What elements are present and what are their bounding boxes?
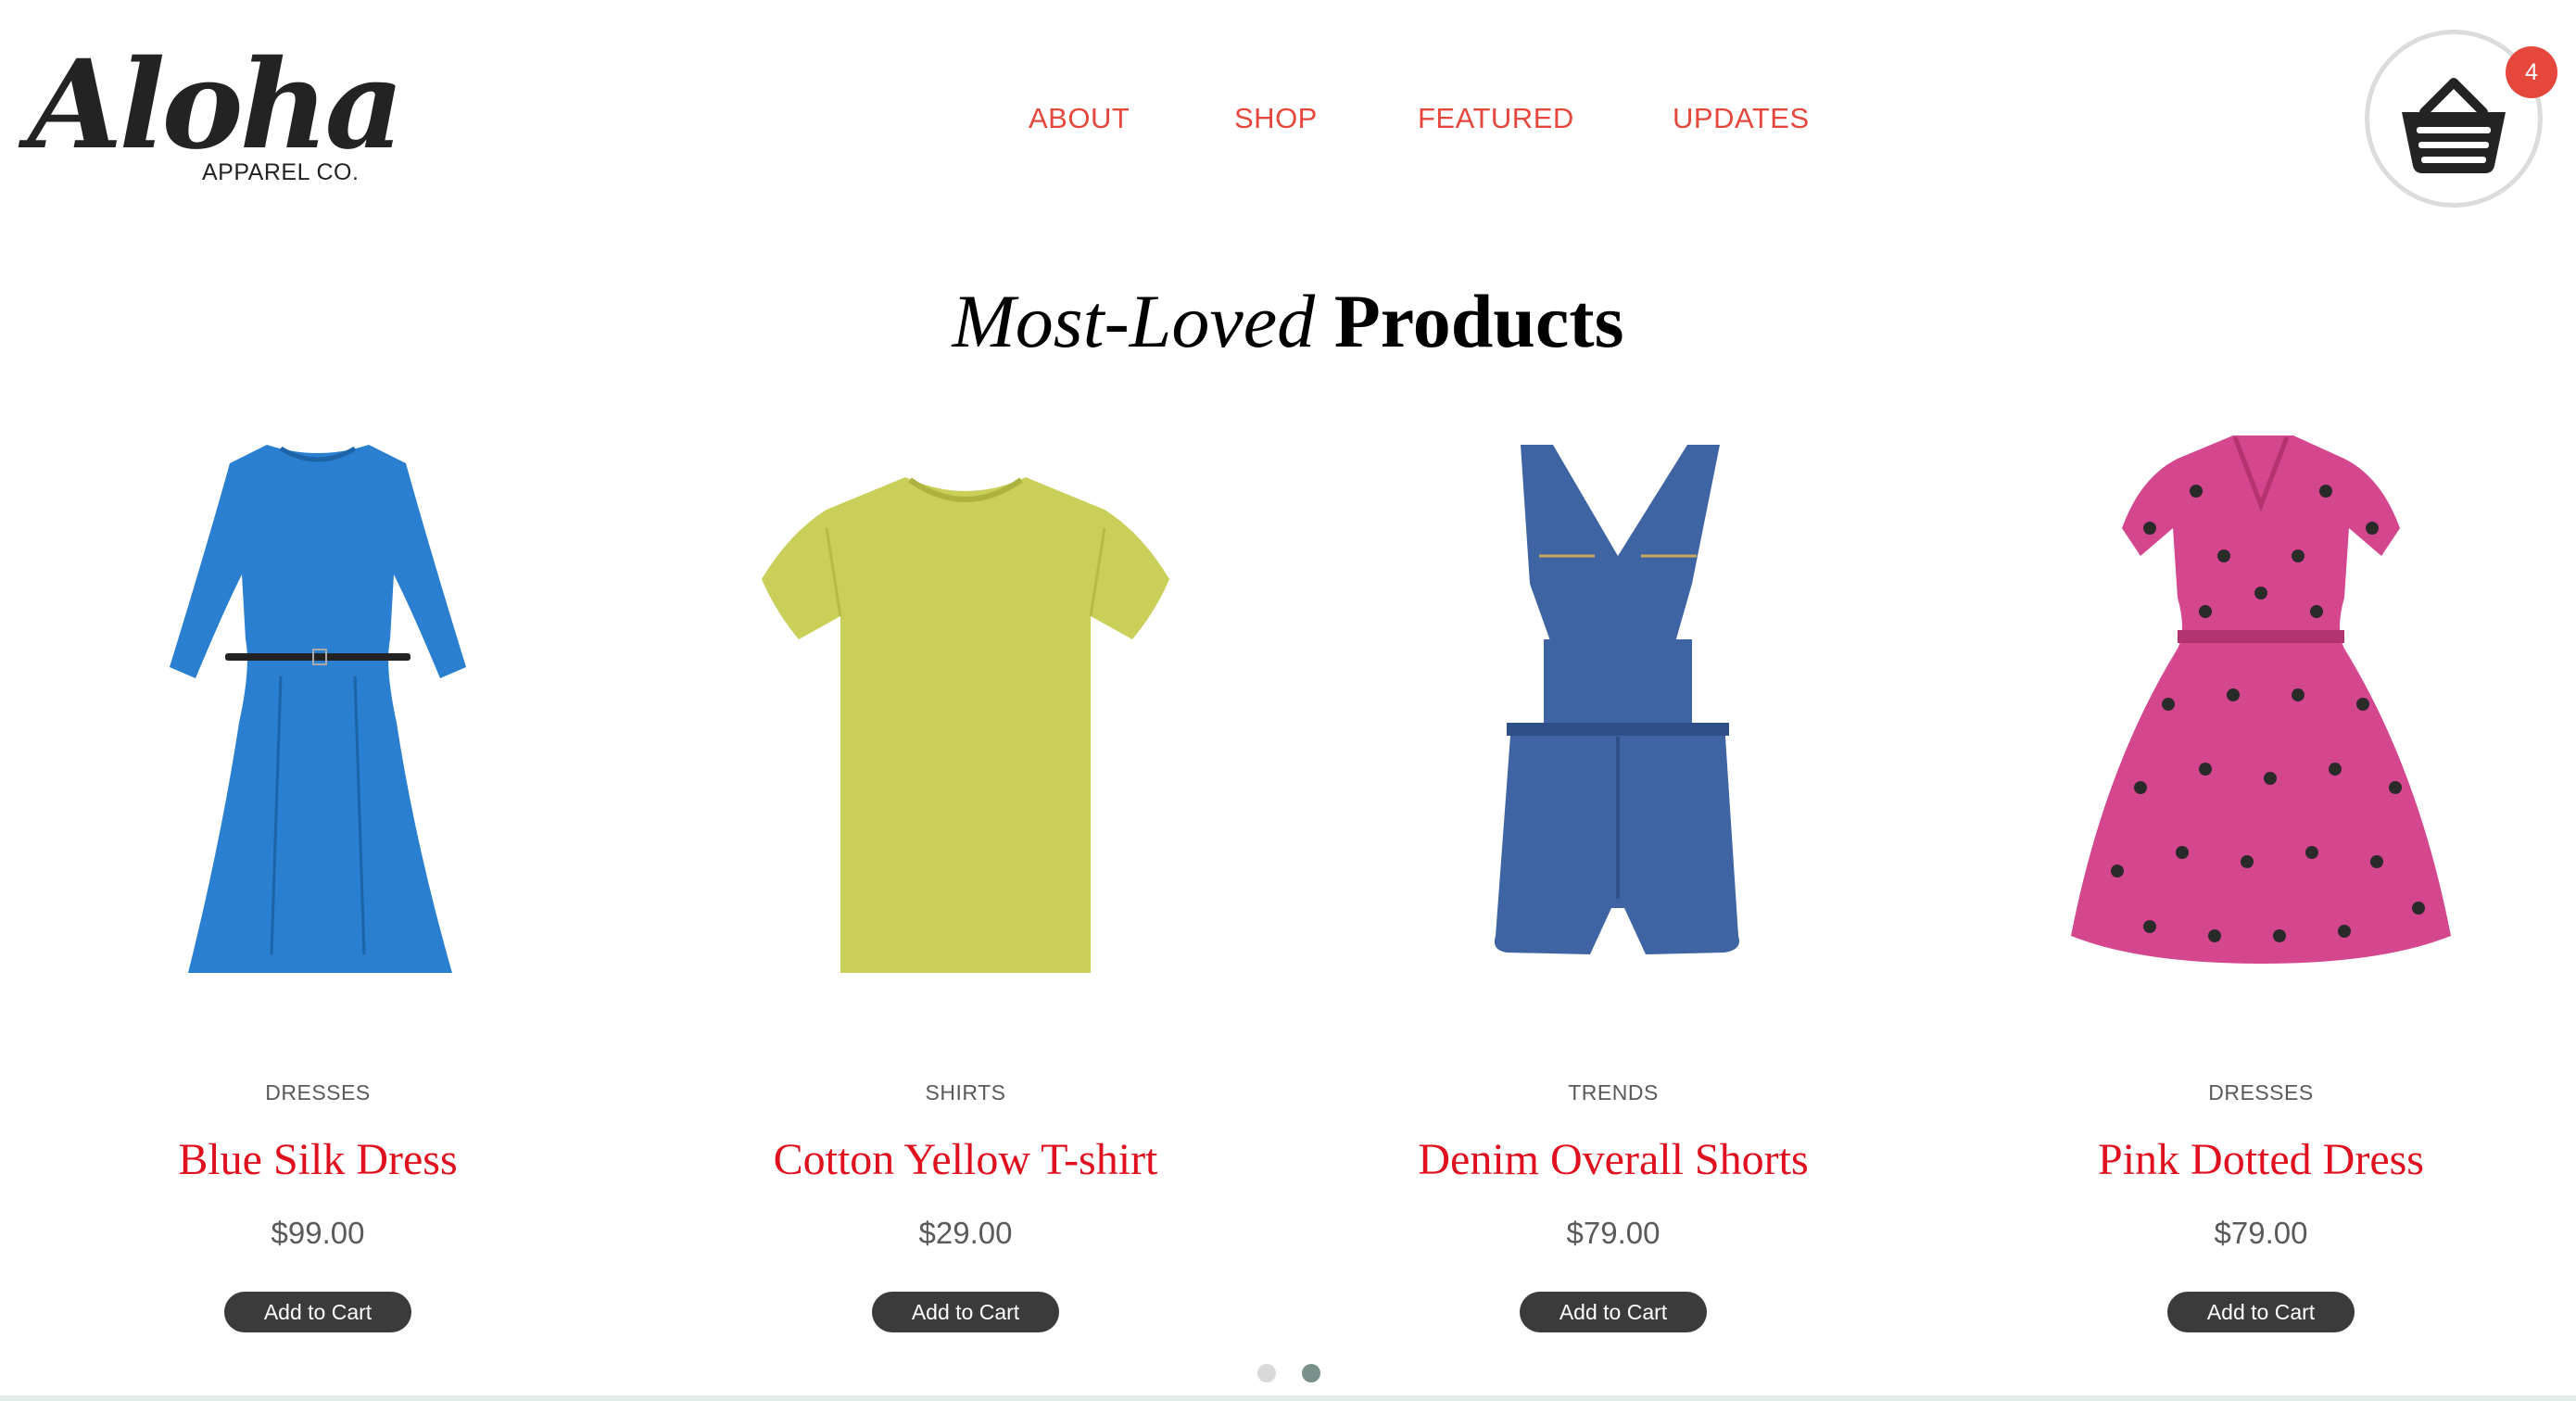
nav-item-featured[interactable]: FEATURED — [1418, 102, 1574, 135]
product-name[interactable]: Denim Overall Shorts — [1326, 1134, 1900, 1185]
nav-item-about[interactable]: ABOUT — [1029, 102, 1130, 135]
add-to-cart-button[interactable]: Add to Cart — [224, 1292, 411, 1332]
product-price: $79.00 — [1566, 1216, 1661, 1250]
product-category: DRESSES — [2208, 1080, 2314, 1104]
product-name[interactable]: Pink Dotted Dress — [1974, 1134, 2548, 1185]
product-card: SHIRTS Cotton Yellow T-shirt $29.00 Add … — [734, 417, 1197, 1334]
heading-bold: Products — [1333, 279, 1624, 363]
main-nav: ABOUT SHOP FEATURED UPDATES — [0, 102, 2576, 139]
product-card: TRENDS Denim Overall Shorts $79.00 Add t… — [1382, 417, 1845, 1334]
nav-item-shop[interactable]: SHOP — [1234, 102, 1318, 135]
product-price: $29.00 — [918, 1216, 1013, 1250]
pink-dotted-dress-image[interactable] — [2029, 417, 2493, 1010]
add-to-cart-button[interactable]: Add to Cart — [1520, 1292, 1707, 1332]
section-heading: Most-Loved Products — [0, 278, 2576, 365]
product-name[interactable]: Blue Silk Dress — [31, 1134, 605, 1185]
denim-overalls-image[interactable] — [1382, 417, 1845, 1010]
product-name[interactable]: Cotton Yellow T-shirt — [678, 1134, 1253, 1185]
heading-italic: Most-Loved — [952, 279, 1316, 363]
product-price: $99.00 — [271, 1216, 365, 1250]
product-carousel: DRESSES Blue Silk Dress $99.00 Add to Ca… — [0, 417, 2576, 1334]
brand-subtitle: APPAREL CO. — [202, 159, 360, 185]
product-price: $79.00 — [2214, 1216, 2308, 1250]
cart-count-badge: 4 — [2506, 46, 2557, 98]
carousel-pagination — [1257, 1364, 1332, 1384]
blue-dress-image[interactable] — [86, 417, 549, 1010]
add-to-cart-button[interactable]: Add to Cart — [2167, 1292, 2355, 1332]
add-to-cart-button[interactable]: Add to Cart — [872, 1292, 1059, 1332]
product-card: DRESSES Blue Silk Dress $99.00 Add to Ca… — [86, 417, 549, 1334]
basket-icon — [2402, 78, 2506, 173]
product-category: DRESSES — [265, 1080, 371, 1104]
carousel-dot-2[interactable] — [1302, 1364, 1320, 1382]
nav-item-updates[interactable]: UPDATES — [1673, 102, 1810, 135]
product-category: SHIRTS — [925, 1080, 1006, 1104]
product-category: TRENDS — [1568, 1080, 1659, 1104]
product-card: DRESSES Pink Dotted Dress $79.00 Add to … — [2029, 417, 2493, 1334]
footer-divider — [0, 1395, 2576, 1401]
yellow-tshirt-image[interactable] — [734, 417, 1197, 1010]
carousel-dot-1[interactable] — [1257, 1364, 1276, 1382]
